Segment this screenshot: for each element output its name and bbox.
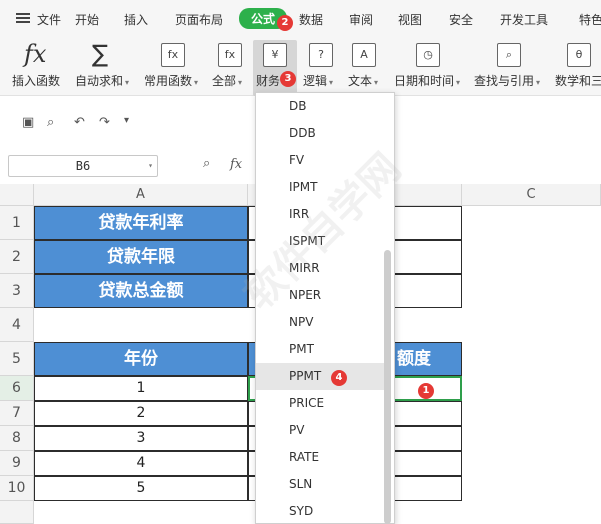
cell-a6[interactable]: 1 <box>34 376 248 401</box>
dropdown-item-ppmt[interactable]: PPMT <box>256 363 384 390</box>
dropdown-item-pv[interactable]: PV <box>256 417 384 444</box>
text-button[interactable]: A 文本 ▾ <box>346 40 386 96</box>
math-label: 数学和三 <box>555 74 601 88</box>
dropdown-item-sln[interactable]: SLN <box>256 471 384 498</box>
chevron-down-icon: ▾ <box>374 78 379 87</box>
text-label: 文本 <box>348 74 373 88</box>
logic-button[interactable]: ? 逻辑 ▾ <box>301 40 341 96</box>
function-book-icon: fx <box>218 43 242 67</box>
datetime-label: 日期和时间 <box>394 74 455 88</box>
select-all-corner[interactable] <box>0 184 34 206</box>
step-badge-3: 3 <box>280 71 296 87</box>
tab-view[interactable]: 视图 <box>398 11 422 28</box>
row-header-11[interactable] <box>0 501 34 524</box>
dropdown-item-syd[interactable]: SYD <box>256 498 384 523</box>
all-functions-button[interactable]: fx 全部 ▾ <box>209 40 249 96</box>
menu-bar: 文件 开始 插入 页面布局 公式 数据 审阅 视图 安全 开发工具 特色 <box>0 0 601 40</box>
chevron-down-icon: ▾ <box>194 78 199 87</box>
tab-security[interactable]: 安全 <box>449 11 473 28</box>
finance-label: 财务 <box>256 74 281 88</box>
row-header-2[interactable]: 2 <box>0 240 34 274</box>
ribbon: fx 插入函数 ∑ 自动求和 ▾ fx 常用函数 ▾ fx 全部 ▾ ¥ 财务 ? 逻… <box>0 40 601 96</box>
lookup-label: 查找与引用 <box>474 74 535 88</box>
fx-icon: fx <box>24 40 47 68</box>
common-functions-button[interactable]: fx 常用函数 ▾ <box>141 40 205 96</box>
row-header-6[interactable]: 6 <box>0 376 34 401</box>
lookup-button[interactable]: ⌕ 查找与引用 ▾ <box>472 40 548 96</box>
math-button[interactable]: θ 数学和三 <box>553 40 601 96</box>
text-a-icon: A <box>352 43 376 67</box>
redo-icon[interactable]: ↷ <box>99 115 110 130</box>
sigma-icon: ∑ <box>92 40 109 68</box>
lookup-search-icon: ⌕ <box>497 43 521 67</box>
tab-special[interactable]: 特色 <box>579 11 601 28</box>
cell-a10[interactable]: 5 <box>34 476 248 501</box>
autosum-label: 自动求和 <box>75 74 124 88</box>
tab-page-layout[interactable]: 页面布局 <box>175 11 223 28</box>
function-book-icon: fx <box>161 43 185 67</box>
cell-a9[interactable]: 4 <box>34 451 248 476</box>
dropdown-scrollbar[interactable] <box>384 250 391 524</box>
undo-icon[interactable]: ↶ <box>74 115 85 130</box>
row-header-7[interactable]: 7 <box>0 401 34 426</box>
name-box[interactable]: B6 ▾ <box>8 155 158 177</box>
row-header-3[interactable]: 3 <box>0 274 34 308</box>
tab-data[interactable]: 数据 <box>299 11 323 28</box>
formula-fx-icon[interactable]: fx <box>230 157 242 172</box>
dropdown-item-price[interactable]: PRICE <box>256 390 384 417</box>
cell-a7[interactable]: 2 <box>34 401 248 426</box>
common-functions-label: 常用函数 <box>144 74 193 88</box>
logic-question-icon: ? <box>309 43 333 67</box>
row-header-10[interactable]: 10 <box>0 476 34 501</box>
chevron-down-icon: ▾ <box>238 78 243 87</box>
dropdown-item-db[interactable]: DB <box>256 93 384 120</box>
cell-a3-label[interactable]: 贷款总金额 <box>34 274 248 308</box>
hamburger-menu-icon[interactable] <box>16 13 30 23</box>
cell-a2-label[interactable]: 贷款年限 <box>34 240 248 274</box>
autosum-button[interactable]: ∑ 自动求和 ▾ <box>72 40 136 96</box>
row-header-1[interactable]: 1 <box>0 206 34 240</box>
row-header-9[interactable]: 9 <box>0 451 34 476</box>
clock-icon: ◷ <box>416 43 440 67</box>
cell-a8[interactable]: 3 <box>34 426 248 451</box>
cell-a5-header[interactable]: 年份 <box>34 342 248 376</box>
zoom-search-icon[interactable]: ⌕ <box>203 156 210 171</box>
print-preview-icon[interactable]: ⌕ <box>47 115 54 130</box>
dropdown-item-pmt[interactable]: PMT <box>256 336 384 363</box>
name-box-value: B6 <box>75 159 91 173</box>
insert-function-label: 插入函数 <box>12 74 61 88</box>
row-header-4[interactable]: 4 <box>0 308 34 342</box>
math-icon: θ <box>567 43 591 67</box>
chevron-down-icon: ▾ <box>329 78 334 87</box>
menu-file[interactable]: 文件 <box>37 11 61 28</box>
row-header-5[interactable]: 5 <box>0 342 34 376</box>
dropdown-item-rate[interactable]: RATE <box>256 444 384 471</box>
tab-insert[interactable]: 插入 <box>124 11 148 28</box>
column-header-c[interactable]: C <box>462 184 601 206</box>
chevron-down-icon: ▾ <box>125 78 130 87</box>
save-icon[interactable]: ▣ <box>22 115 34 130</box>
customize-chevron-icon[interactable]: ▾ <box>124 115 129 126</box>
chevron-down-icon: ▾ <box>148 161 153 170</box>
step-badge-1: 1 <box>418 383 434 399</box>
tab-home[interactable]: 开始 <box>75 11 99 28</box>
all-label: 全部 <box>212 74 237 88</box>
logic-label: 逻辑 <box>303 74 328 88</box>
tab-review[interactable]: 审阅 <box>349 11 373 28</box>
tab-developer[interactable]: 开发工具 <box>500 11 548 28</box>
datetime-button[interactable]: ◷ 日期和时间 ▾ <box>392 40 464 96</box>
chevron-down-icon: ▾ <box>536 78 541 87</box>
step-badge-2: 2 <box>277 15 293 31</box>
cell-a1-label[interactable]: 贷款年利率 <box>34 206 248 240</box>
step-badge-4: 4 <box>331 370 347 386</box>
chevron-down-icon: ▾ <box>456 78 461 87</box>
row-header-8[interactable]: 8 <box>0 426 34 451</box>
column-header-a[interactable]: A <box>34 184 248 206</box>
insert-function-button[interactable]: fx 插入函数 <box>8 40 68 96</box>
finance-button[interactable]: ¥ 财务 <box>253 40 297 96</box>
finance-yen-icon: ¥ <box>263 43 287 67</box>
